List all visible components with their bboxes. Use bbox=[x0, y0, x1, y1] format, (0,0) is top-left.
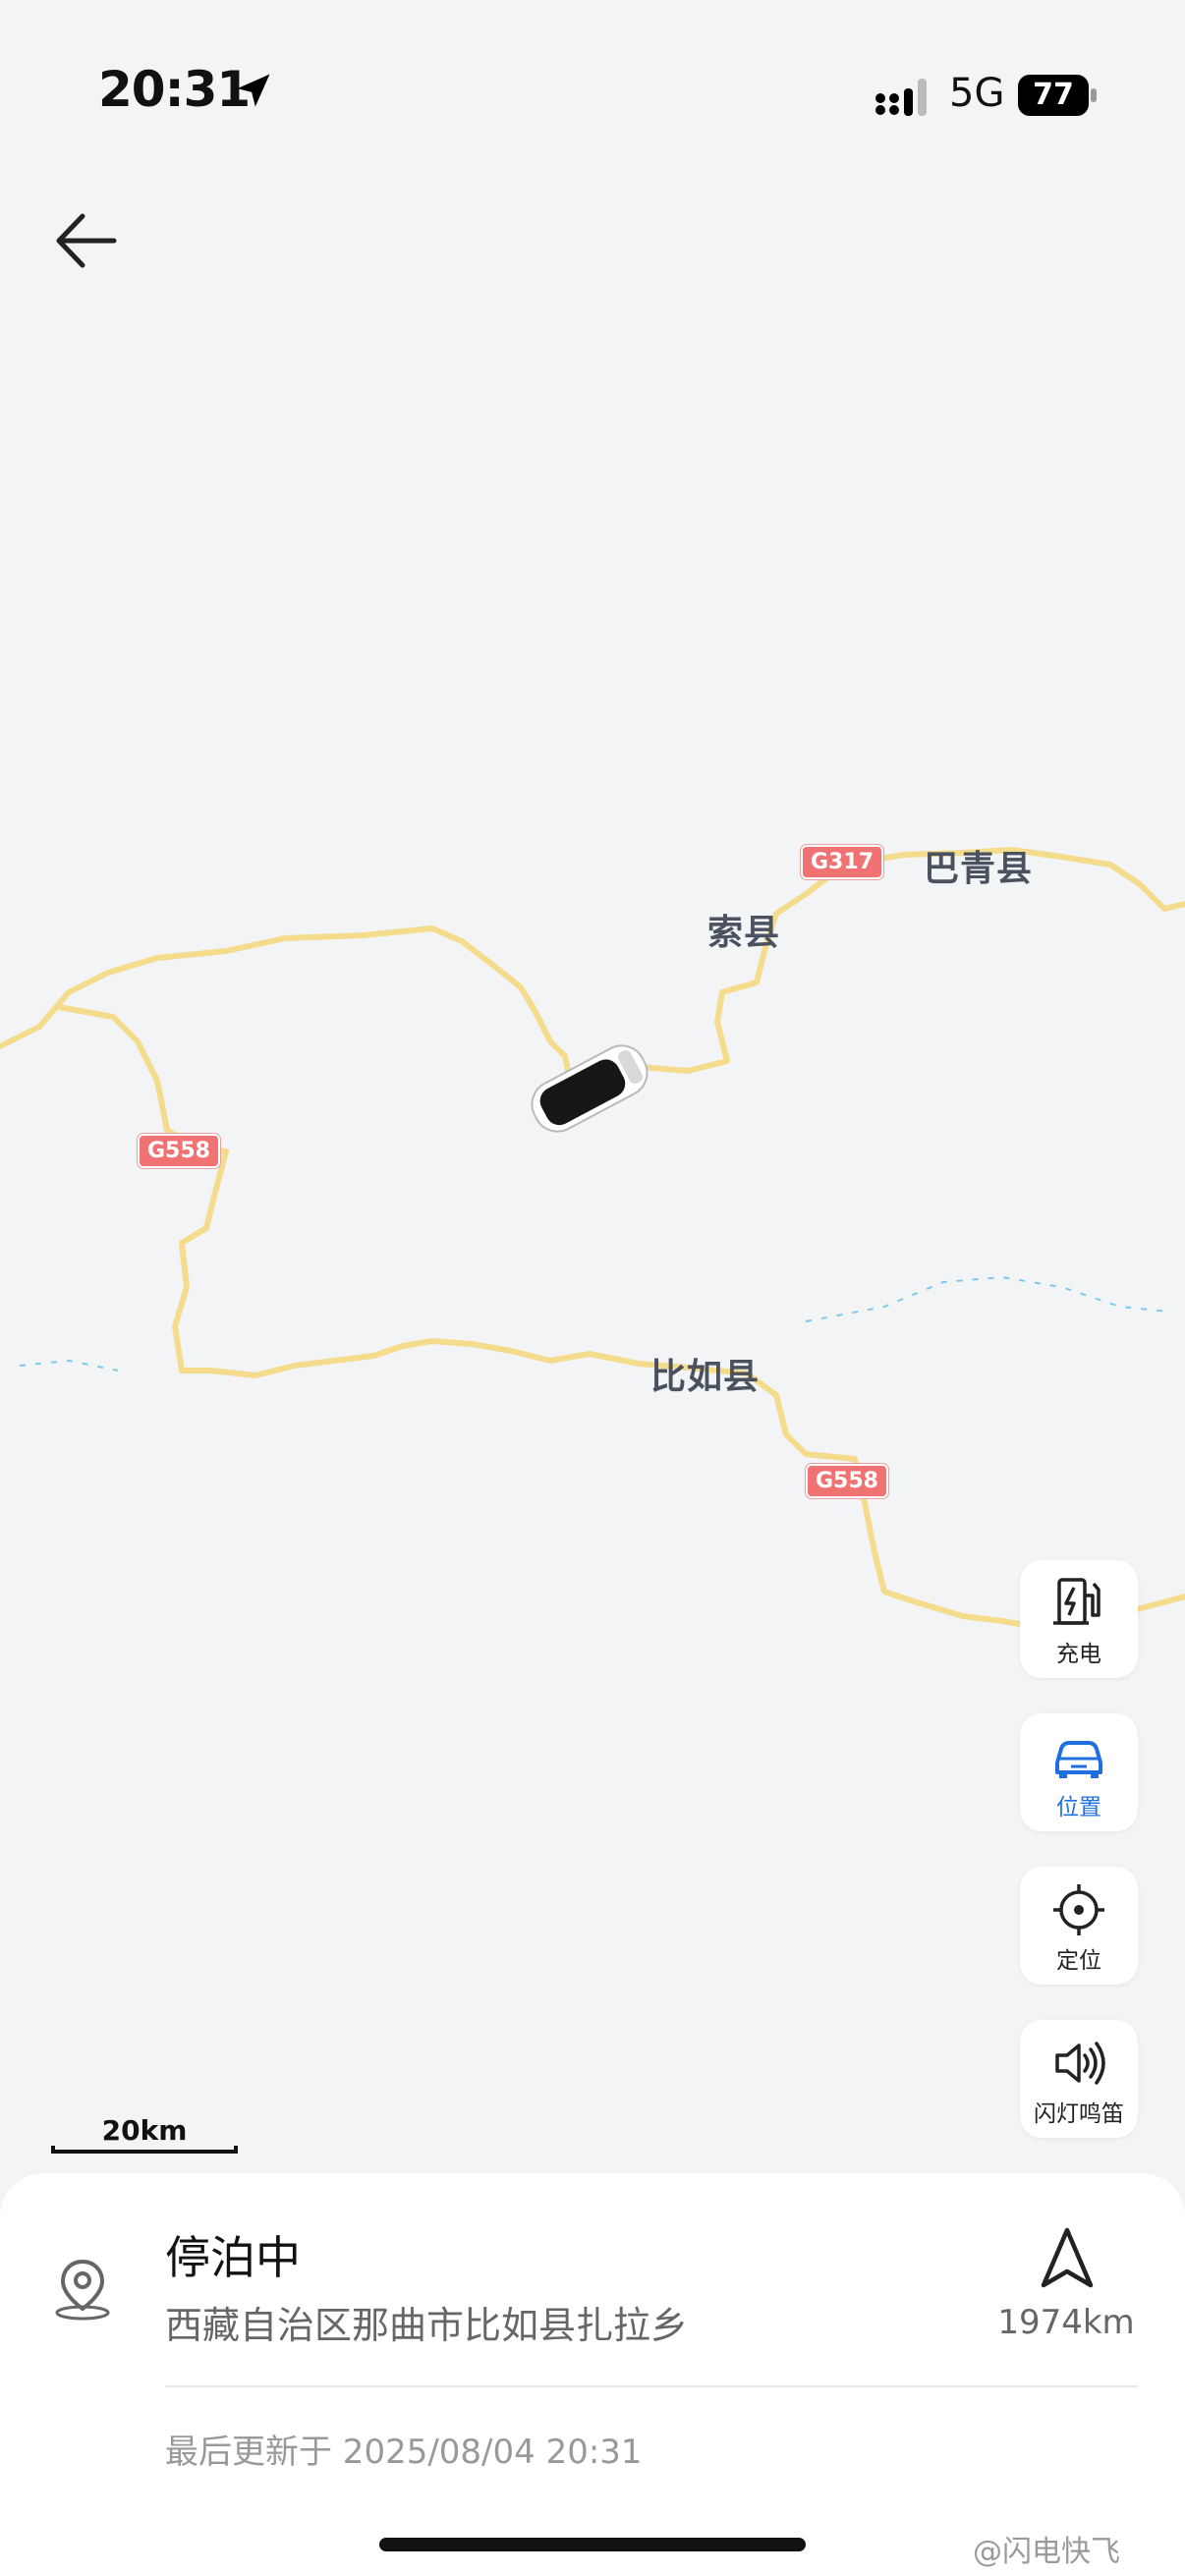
road-shield-g558: G558 bbox=[138, 1134, 220, 1168]
battery-icon: 77 bbox=[1018, 75, 1097, 116]
charging-label: 充电 bbox=[1056, 1642, 1101, 1667]
car-marker bbox=[531, 1044, 649, 1133]
car-icon bbox=[1055, 1741, 1102, 1778]
parking-status: 停泊中 bbox=[165, 2231, 301, 2284]
vehicle-address: 西藏自治区那曲市比如县扎拉乡 bbox=[165, 2304, 689, 2347]
flash-horn-button[interactable]: 闪灯鸣笛 bbox=[1020, 2020, 1138, 2138]
locate-label: 定位 bbox=[1056, 1948, 1101, 1974]
panel-divider bbox=[165, 2385, 1138, 2387]
locate-button[interactable]: 定位 bbox=[1020, 1867, 1138, 1985]
last-updated: 最后更新于 2025/08/04 20:31 bbox=[165, 2433, 643, 2472]
arrow-left-icon[interactable] bbox=[49, 206, 128, 275]
home-indicator[interactable] bbox=[379, 2538, 806, 2551]
location-arrow-icon bbox=[237, 74, 270, 107]
navigate-icon[interactable] bbox=[1036, 2224, 1099, 2293]
place-label-suo: 索县 bbox=[707, 913, 781, 953]
map-scale-label: 20km bbox=[101, 2114, 188, 2147]
place-label-biru: 比如县 bbox=[650, 1357, 761, 1397]
charging-station-icon bbox=[1053, 1578, 1100, 1625]
flash-horn-label: 闪灯鸣笛 bbox=[1034, 2101, 1124, 2127]
position-label: 位置 bbox=[1056, 1795, 1101, 1820]
position-button[interactable]: 位置 bbox=[1020, 1713, 1138, 1831]
status-bar: 20:31 5G 77 bbox=[0, 0, 1185, 196]
crosshair-icon bbox=[1053, 1884, 1104, 1935]
battery-cap bbox=[1091, 88, 1097, 102]
location-pin-icon bbox=[55, 2259, 110, 2321]
signal-icon bbox=[875, 79, 927, 116]
network-type: 5G bbox=[949, 71, 1005, 116]
watermark: @闪电快飞 bbox=[973, 2535, 1120, 2569]
status-time: 20:31 bbox=[98, 61, 251, 118]
road-shield-g317: G317 bbox=[801, 845, 883, 879]
place-label-baqing: 巴青县 bbox=[924, 849, 1034, 889]
map-scale-bar bbox=[51, 2146, 238, 2154]
distance-value: 1974km bbox=[997, 2303, 1135, 2342]
speaker-icon bbox=[1055, 2042, 1105, 2085]
battery-level: 77 bbox=[1018, 75, 1089, 116]
charging-button[interactable]: 充电 bbox=[1020, 1560, 1138, 1678]
road-shield-g558: G558 bbox=[806, 1464, 888, 1498]
